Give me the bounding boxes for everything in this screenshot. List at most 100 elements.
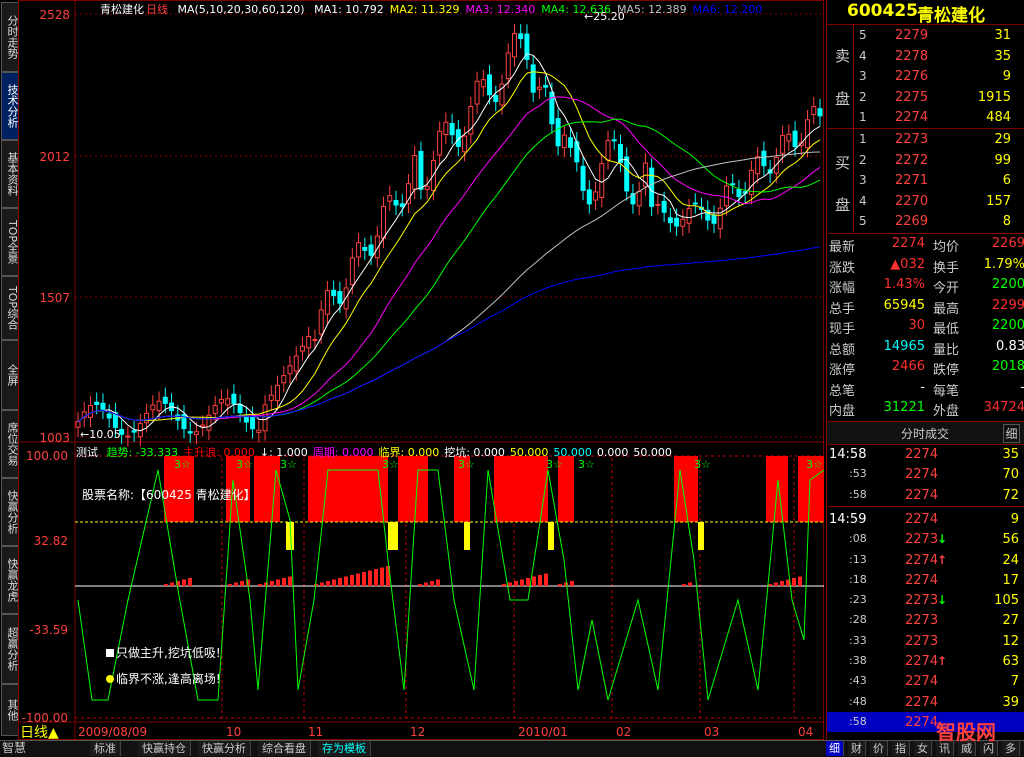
bottom-tab-2[interactable]: 快赢分析 <box>198 741 251 756</box>
kline-chart[interactable]: 2528 2012 1507 1003 2009/08/09 10 11 12 2010/01 0… <box>18 0 824 740</box>
candle-body <box>586 189 592 205</box>
right-tab-1[interactable]: 财 <box>848 741 866 756</box>
left-tab-6[interactable]: 席位交易 <box>1 410 19 478</box>
level: 5 <box>859 214 867 228</box>
dig-bar <box>240 581 244 586</box>
trade-row: 14:58 2274 35 <box>827 444 1024 465</box>
candle-body <box>262 404 268 432</box>
trades-title: 分时成交 <box>901 427 950 441</box>
trade-price: 2274 <box>905 552 939 568</box>
period-indicator[interactable]: 日线▲ <box>20 722 59 742</box>
left-tab-bar: 分时走势 技术分析 基本资料 TOP全景 TOP综合 全屏 席位交易 快赢分析 快赢龙虎 超赢分析… <box>0 0 19 740</box>
dig-bar <box>514 581 518 586</box>
ma-line-60 <box>77 151 821 422</box>
dig-bar <box>418 584 422 586</box>
quote-label: 跌停 <box>933 363 960 378</box>
quote-row: 现手 30 最低 2200 <box>827 316 1024 338</box>
candle-body <box>387 195 393 202</box>
candle-body <box>331 289 337 297</box>
main-wave-zone <box>308 456 388 522</box>
dig-bar <box>270 581 274 586</box>
candle-body <box>805 119 811 149</box>
candle-body <box>649 167 655 207</box>
dig-bar <box>682 584 686 586</box>
quote-value: 2299 <box>991 297 1024 313</box>
bottom-tab-1[interactable]: 快赢持仓 <box>138 741 191 756</box>
left-tab-8[interactable]: 快赢龙虎 <box>1 546 19 614</box>
price: 2278 <box>895 48 929 64</box>
right-tab-8[interactable]: 多 <box>1002 741 1020 756</box>
volume: 6 <box>1002 173 1011 188</box>
quote-value: 2274 <box>891 236 925 251</box>
trade-row: :33 2273 12 <box>827 631 1024 652</box>
sell-row: 3 2276 9 <box>827 66 1024 87</box>
trade-price: 2274 <box>905 447 939 462</box>
left-tab-9[interactable]: 超赢分析 <box>1 614 19 684</box>
candle-body <box>667 217 673 224</box>
left-tab-10[interactable]: 其他 <box>1 684 19 736</box>
trade-time: 14:59 <box>829 511 867 527</box>
bottom-tab-3[interactable]: 综合看盘 <box>258 741 311 756</box>
candle-body <box>792 130 798 148</box>
ma-value-1: MA1: 10.792 <box>314 3 384 16</box>
quote-label: 均价 <box>933 240 960 255</box>
candle-body <box>268 394 274 401</box>
quote-value: 1.79% <box>983 256 1024 272</box>
left-tab-2[interactable]: 基本资料 <box>1 140 19 208</box>
right-tab-3[interactable]: 指 <box>892 741 910 756</box>
right-tab-0[interactable]: 细 <box>826 741 844 756</box>
candle-body <box>530 64 536 93</box>
indicator-param-4: 临界: 0.000 <box>378 446 440 459</box>
buy-row: 1 2273 29 <box>827 129 1024 150</box>
dig-bar <box>798 576 802 586</box>
quote-label: 每笔 <box>933 383 960 399</box>
candle-body <box>412 155 418 190</box>
candle-body <box>243 415 249 423</box>
indicator-param-1: 主升浪: 0.000 <box>183 446 255 459</box>
bottom-tab-0[interactable]: 标准 <box>90 741 121 756</box>
trades-detail-tab[interactable]: 细 <box>1003 424 1020 443</box>
candle-body <box>761 150 767 167</box>
price: 2271 <box>895 173 929 188</box>
left-tab-3[interactable]: TOP全景 <box>1 208 19 276</box>
quote-row: 总手 65945 最高 2299 <box>827 296 1024 318</box>
bottom-tab-4[interactable]: 存为模板 <box>318 741 371 756</box>
trade-volume: 63 <box>1002 654 1019 669</box>
trade-volume: 70 <box>1002 467 1019 483</box>
candle-body <box>680 218 686 227</box>
trade-volume: 12 <box>1002 633 1019 649</box>
main-wave-zone <box>398 456 428 522</box>
left-tab-1[interactable]: 技术分析 <box>1 72 19 140</box>
candle-body <box>100 402 106 410</box>
quote-value: 2018 <box>991 359 1024 374</box>
right-tab-4[interactable]: 女 <box>914 741 932 756</box>
dig-bar <box>170 582 174 586</box>
x-tick-label: 11 <box>308 725 323 739</box>
left-tab-7[interactable]: 快赢分析 <box>1 478 19 546</box>
right-tab-2[interactable]: 价 <box>870 741 888 756</box>
candle-body <box>162 396 168 404</box>
quote-label: 现手 <box>829 322 856 337</box>
level: 5 <box>859 28 867 42</box>
trade-volume: 56 <box>1002 532 1019 548</box>
quote-label: 最高 <box>933 301 960 317</box>
left-tab-5[interactable]: 全屏 <box>1 340 19 410</box>
candle-body <box>636 190 642 207</box>
dig-bar <box>430 581 434 586</box>
dig-bar <box>320 582 324 586</box>
quote-label: 今开 <box>933 281 960 296</box>
chart-area[interactable]: 2528 2012 1507 1003 2009/08/09 10 11 12 2010/01 0… <box>18 0 824 740</box>
dig-bar <box>424 582 428 586</box>
trade-volume: 72 <box>1002 487 1019 503</box>
candles <box>75 23 823 447</box>
left-tab-4[interactable]: TOP综合 <box>1 276 19 340</box>
dig-bar <box>362 572 366 586</box>
x-tick-label: 12 <box>410 725 425 739</box>
divider <box>827 505 1024 507</box>
left-tab-0[interactable]: 分时走势 <box>1 2 19 72</box>
trade-price: 2273 <box>905 532 939 548</box>
dig-bar <box>234 582 238 586</box>
quote-panel: 600425 青松建化 卖盘买盘 5 2279 31 4 2278 35 3 2276 9 2 227… <box>826 0 1024 740</box>
candle-body <box>449 123 455 136</box>
buy-row: 2 2272 99 <box>827 150 1024 171</box>
